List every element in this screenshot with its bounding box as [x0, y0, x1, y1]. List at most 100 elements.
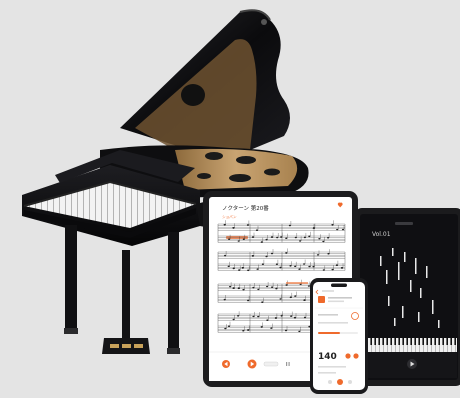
note-head	[232, 287, 235, 290]
phone-next-button[interactable]	[348, 380, 352, 384]
tablet-score-title: ノクターン 第20番	[222, 204, 269, 212]
pedal-right	[134, 344, 143, 348]
note-head	[247, 269, 250, 272]
note-head	[284, 329, 288, 332]
note-head	[266, 285, 269, 288]
dark-tablet: Vol.01	[355, 208, 460, 386]
note-head	[237, 315, 240, 317]
note-head	[316, 254, 320, 256]
note-head	[331, 268, 334, 271]
tablet-tempo-slider[interactable]	[263, 361, 279, 367]
note-head	[303, 236, 306, 239]
note-head	[294, 265, 297, 268]
note-head	[336, 228, 339, 231]
leg-caster-right	[167, 348, 180, 354]
note-head	[247, 329, 250, 331]
note-head	[241, 266, 244, 269]
note-head	[229, 285, 232, 288]
note-head	[260, 241, 263, 243]
note-head	[228, 238, 231, 240]
tablet-score-subtitle: ショパン	[222, 214, 237, 219]
phone-tempo-minus[interactable]	[345, 353, 351, 359]
note-head	[341, 228, 345, 231]
note-head	[280, 236, 283, 238]
note-head	[255, 229, 259, 231]
note-head	[290, 315, 293, 317]
note-head	[256, 268, 259, 270]
pedal-middle	[122, 344, 131, 348]
note-head	[242, 238, 245, 240]
note-head	[237, 287, 240, 290]
note-head	[322, 269, 325, 271]
note-head	[270, 327, 273, 329]
phone-play-button[interactable]	[337, 379, 343, 385]
note-head	[270, 236, 274, 238]
note-head	[261, 301, 264, 304]
note-head	[274, 317, 277, 319]
note-head	[227, 265, 230, 268]
phone-line-4	[318, 372, 336, 374]
phone-setting-line-1	[318, 314, 338, 316]
note-head	[270, 252, 274, 255]
frame-hole-4	[264, 168, 280, 176]
note-head	[257, 315, 260, 318]
note-head	[294, 236, 297, 239]
note-head	[237, 240, 240, 242]
frame-hole-1	[205, 152, 223, 160]
note-head	[232, 267, 235, 270]
dark-tablet-keyboard	[361, 338, 457, 352]
note-head	[307, 285, 310, 287]
lid-hinge	[261, 19, 267, 25]
note-head	[312, 265, 315, 268]
note-head	[266, 319, 269, 322]
note-head	[293, 316, 297, 319]
note-head	[223, 223, 226, 226]
note-head	[251, 236, 255, 238]
note-head	[294, 295, 297, 297]
phone-tempo-value: 140	[318, 352, 337, 362]
pedal-left	[110, 344, 119, 348]
note-head	[312, 227, 315, 229]
scene-svg: Vol.01 ノクターン 第20番 ショパン 140	[22, 9, 460, 394]
frame-hole-5	[197, 173, 211, 179]
note-head	[327, 236, 330, 239]
note-head	[232, 227, 235, 229]
note-head	[308, 265, 311, 268]
note-head	[252, 286, 255, 289]
note-head	[275, 287, 278, 290]
phone-song-line-1	[328, 297, 352, 299]
pause-icon-bar	[288, 362, 290, 366]
note-head	[289, 265, 292, 267]
phone-volume-fill	[318, 332, 340, 334]
note-head	[303, 316, 307, 319]
measure-highlight	[286, 282, 308, 284]
phone-tempo-plus[interactable]	[353, 353, 359, 359]
note-head	[289, 296, 292, 299]
note-head	[265, 238, 268, 241]
note-head	[285, 252, 288, 254]
note-head	[303, 263, 306, 265]
note-head	[288, 224, 291, 227]
phone-prev-button[interactable]	[328, 380, 332, 384]
note-head	[280, 315, 283, 317]
note-head	[257, 288, 260, 291]
phone-header-text	[322, 290, 334, 292]
pause-icon[interactable]	[286, 362, 288, 366]
note-head	[298, 330, 301, 333]
frame-hole-2	[236, 156, 256, 164]
note-head	[285, 237, 288, 239]
phone-song-thumb	[318, 296, 325, 303]
note-head	[223, 298, 226, 301]
note-head	[246, 224, 249, 226]
note-head	[318, 238, 321, 240]
pedal-lyre	[122, 250, 130, 338]
dark-tablet-header-bar	[395, 222, 413, 225]
note-head	[251, 255, 254, 257]
piano-leg-left	[65, 225, 77, 333]
phone-setting-line-2	[318, 322, 348, 324]
note-head	[285, 284, 288, 286]
leg-caster-left	[64, 328, 78, 334]
note-head	[308, 235, 311, 238]
note-head	[279, 298, 282, 300]
note-head	[271, 286, 274, 289]
